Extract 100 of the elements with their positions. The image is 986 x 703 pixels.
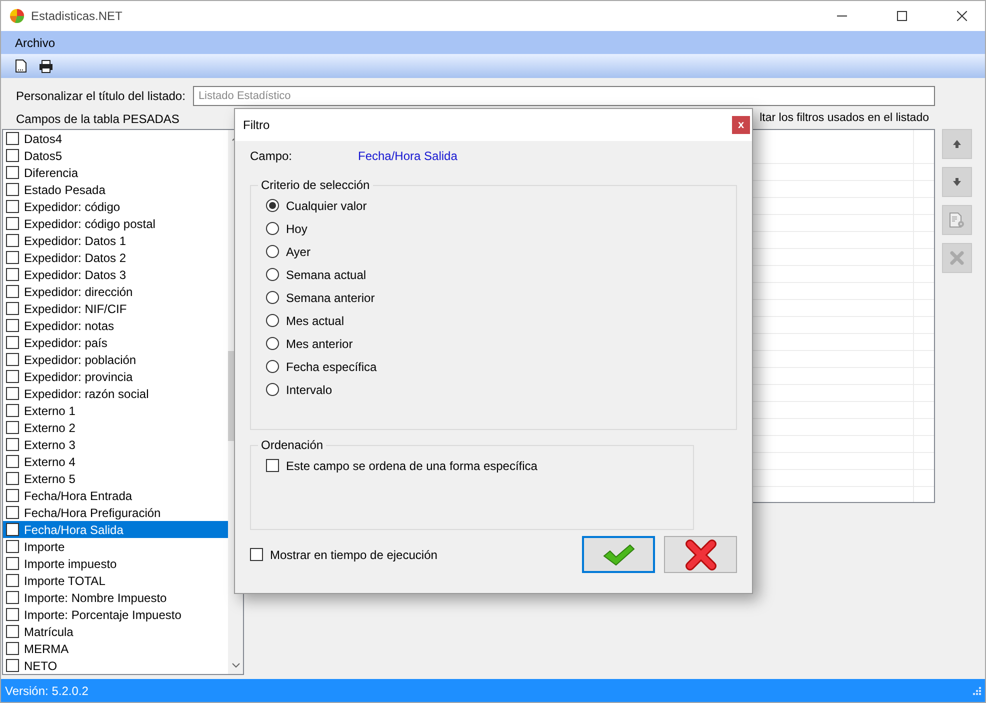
checkbox[interactable] bbox=[6, 217, 19, 230]
option-label: Ayer bbox=[286, 244, 310, 258]
radio-button[interactable] bbox=[266, 337, 279, 350]
list-item[interactable]: Expedidor: Datos 3 bbox=[3, 266, 228, 283]
list-item[interactable]: Expedidor: razón social bbox=[3, 385, 228, 402]
checkbox[interactable] bbox=[6, 251, 19, 264]
list-item[interactable]: Importe impuesto bbox=[3, 555, 228, 572]
checkbox[interactable] bbox=[6, 472, 19, 485]
list-item[interactable]: Fecha/Hora Prefiguración bbox=[3, 504, 228, 521]
checkmark-icon bbox=[602, 542, 636, 566]
arrow-up-icon bbox=[952, 139, 962, 149]
checkbox[interactable] bbox=[6, 608, 19, 621]
option-label: Mes anterior bbox=[286, 336, 353, 350]
checkbox[interactable] bbox=[6, 404, 19, 417]
checkbox[interactable] bbox=[6, 455, 19, 468]
checkbox[interactable] bbox=[6, 557, 19, 570]
list-item[interactable]: Matrícula bbox=[3, 623, 228, 640]
radio-button[interactable] bbox=[266, 222, 279, 235]
checkbox[interactable] bbox=[6, 642, 19, 655]
checkbox[interactable] bbox=[6, 438, 19, 451]
checkbox[interactable] bbox=[6, 200, 19, 213]
move-up-button[interactable] bbox=[942, 129, 972, 159]
checkbox[interactable] bbox=[6, 659, 19, 672]
close-icon[interactable] bbox=[957, 11, 967, 21]
list-item[interactable]: Expedidor: dirección bbox=[3, 283, 228, 300]
close-button[interactable]: x bbox=[732, 116, 750, 134]
list-item[interactable]: Expedidor: población bbox=[3, 351, 228, 368]
checkbox[interactable] bbox=[6, 540, 19, 553]
radio-button[interactable] bbox=[266, 291, 279, 304]
list-item[interactable]: Expedidor: Datos 1 bbox=[3, 232, 228, 249]
list-item[interactable]: Externo 5 bbox=[3, 470, 228, 487]
list-item[interactable]: Fecha/Hora Salida bbox=[3, 521, 228, 538]
checkbox[interactable] bbox=[6, 523, 19, 536]
list-item[interactable]: Importe: Nombre Impuesto bbox=[3, 589, 228, 606]
cancel-button[interactable] bbox=[664, 536, 737, 573]
checkbox[interactable] bbox=[6, 319, 19, 332]
checkbox[interactable] bbox=[6, 166, 19, 179]
new-document-icon[interactable] bbox=[15, 59, 27, 73]
list-item[interactable]: Datos5 bbox=[3, 147, 228, 164]
list-item[interactable]: Importe: Porcentaje Impuesto bbox=[3, 606, 228, 623]
list-item[interactable]: MERMA bbox=[3, 640, 228, 657]
checkbox[interactable] bbox=[6, 370, 19, 383]
checkbox[interactable] bbox=[6, 132, 19, 145]
radio-button[interactable] bbox=[266, 268, 279, 281]
checkbox[interactable] bbox=[6, 506, 19, 519]
move-down-button[interactable] bbox=[942, 167, 972, 197]
group-title: Criterio de selección bbox=[260, 178, 371, 192]
checkbox[interactable] bbox=[250, 548, 263, 561]
option-label: Mes actual bbox=[286, 314, 344, 328]
list-item[interactable]: Expedidor: país bbox=[3, 334, 228, 351]
arrow-down-icon bbox=[952, 177, 962, 187]
radio-button[interactable] bbox=[266, 199, 279, 212]
scroll-down-icon[interactable] bbox=[232, 663, 240, 668]
checkbox[interactable] bbox=[6, 387, 19, 400]
ok-button[interactable] bbox=[582, 536, 655, 573]
checkbox[interactable] bbox=[6, 183, 19, 196]
checkbox[interactable] bbox=[6, 336, 19, 349]
list-item[interactable]: Externo 4 bbox=[3, 453, 228, 470]
checkbox[interactable] bbox=[6, 421, 19, 434]
list-item[interactable]: Importe TOTAL bbox=[3, 572, 228, 589]
app-logo-icon bbox=[9, 8, 25, 24]
list-item[interactable]: Estado Pesada bbox=[3, 181, 228, 198]
version-text: Versión: 5.2.0.2 bbox=[5, 684, 88, 698]
radio-button[interactable] bbox=[266, 314, 279, 327]
checkbox[interactable] bbox=[6, 625, 19, 638]
option-label: Mostrar en tiempo de ejecución bbox=[270, 548, 438, 562]
checkbox[interactable] bbox=[6, 149, 19, 162]
list-item[interactable]: Diferencia bbox=[3, 164, 228, 181]
menu-item[interactable]: Archivo bbox=[15, 36, 56, 50]
list-item[interactable]: Externo 2 bbox=[3, 419, 228, 436]
list-item[interactable]: Externo 3 bbox=[3, 436, 228, 453]
checkbox[interactable] bbox=[6, 489, 19, 502]
checkbox[interactable] bbox=[6, 302, 19, 315]
option-label: Semana actual bbox=[286, 268, 366, 282]
title-field[interactable]: Listado Estadístico bbox=[193, 86, 935, 106]
list-item[interactable]: Externo 1 bbox=[3, 402, 228, 419]
checkbox[interactable] bbox=[6, 591, 19, 604]
maximize-icon[interactable] bbox=[897, 11, 907, 21]
radio-button[interactable] bbox=[266, 360, 279, 373]
checkbox[interactable] bbox=[6, 234, 19, 247]
checkbox[interactable] bbox=[6, 353, 19, 366]
checkbox[interactable] bbox=[266, 459, 279, 472]
document-gear-icon bbox=[949, 212, 965, 228]
radio-button[interactable] bbox=[266, 245, 279, 258]
radio-button[interactable] bbox=[266, 383, 279, 396]
list-item[interactable]: Expedidor: código postal bbox=[3, 215, 228, 232]
list-item[interactable]: Expedidor: notas bbox=[3, 317, 228, 334]
list-item[interactable]: Expedidor: provincia bbox=[3, 368, 228, 385]
list-item[interactable]: Datos4 bbox=[3, 130, 228, 147]
list-item[interactable]: Expedidor: Datos 2 bbox=[3, 249, 228, 266]
field-value: Fecha/Hora Salida bbox=[358, 149, 458, 163]
list-item[interactable]: Importe bbox=[3, 538, 228, 555]
list-item[interactable]: Fecha/Hora Entrada bbox=[3, 487, 228, 504]
list-item[interactable]: Expedidor: código bbox=[3, 198, 228, 215]
checkbox[interactable] bbox=[6, 285, 19, 298]
list-item[interactable]: Expedidor: NIF/CIF bbox=[3, 300, 228, 317]
print-icon[interactable] bbox=[39, 60, 53, 72]
list-item[interactable]: NETO bbox=[3, 657, 228, 674]
checkbox[interactable] bbox=[6, 268, 19, 281]
checkbox[interactable] bbox=[6, 574, 19, 587]
